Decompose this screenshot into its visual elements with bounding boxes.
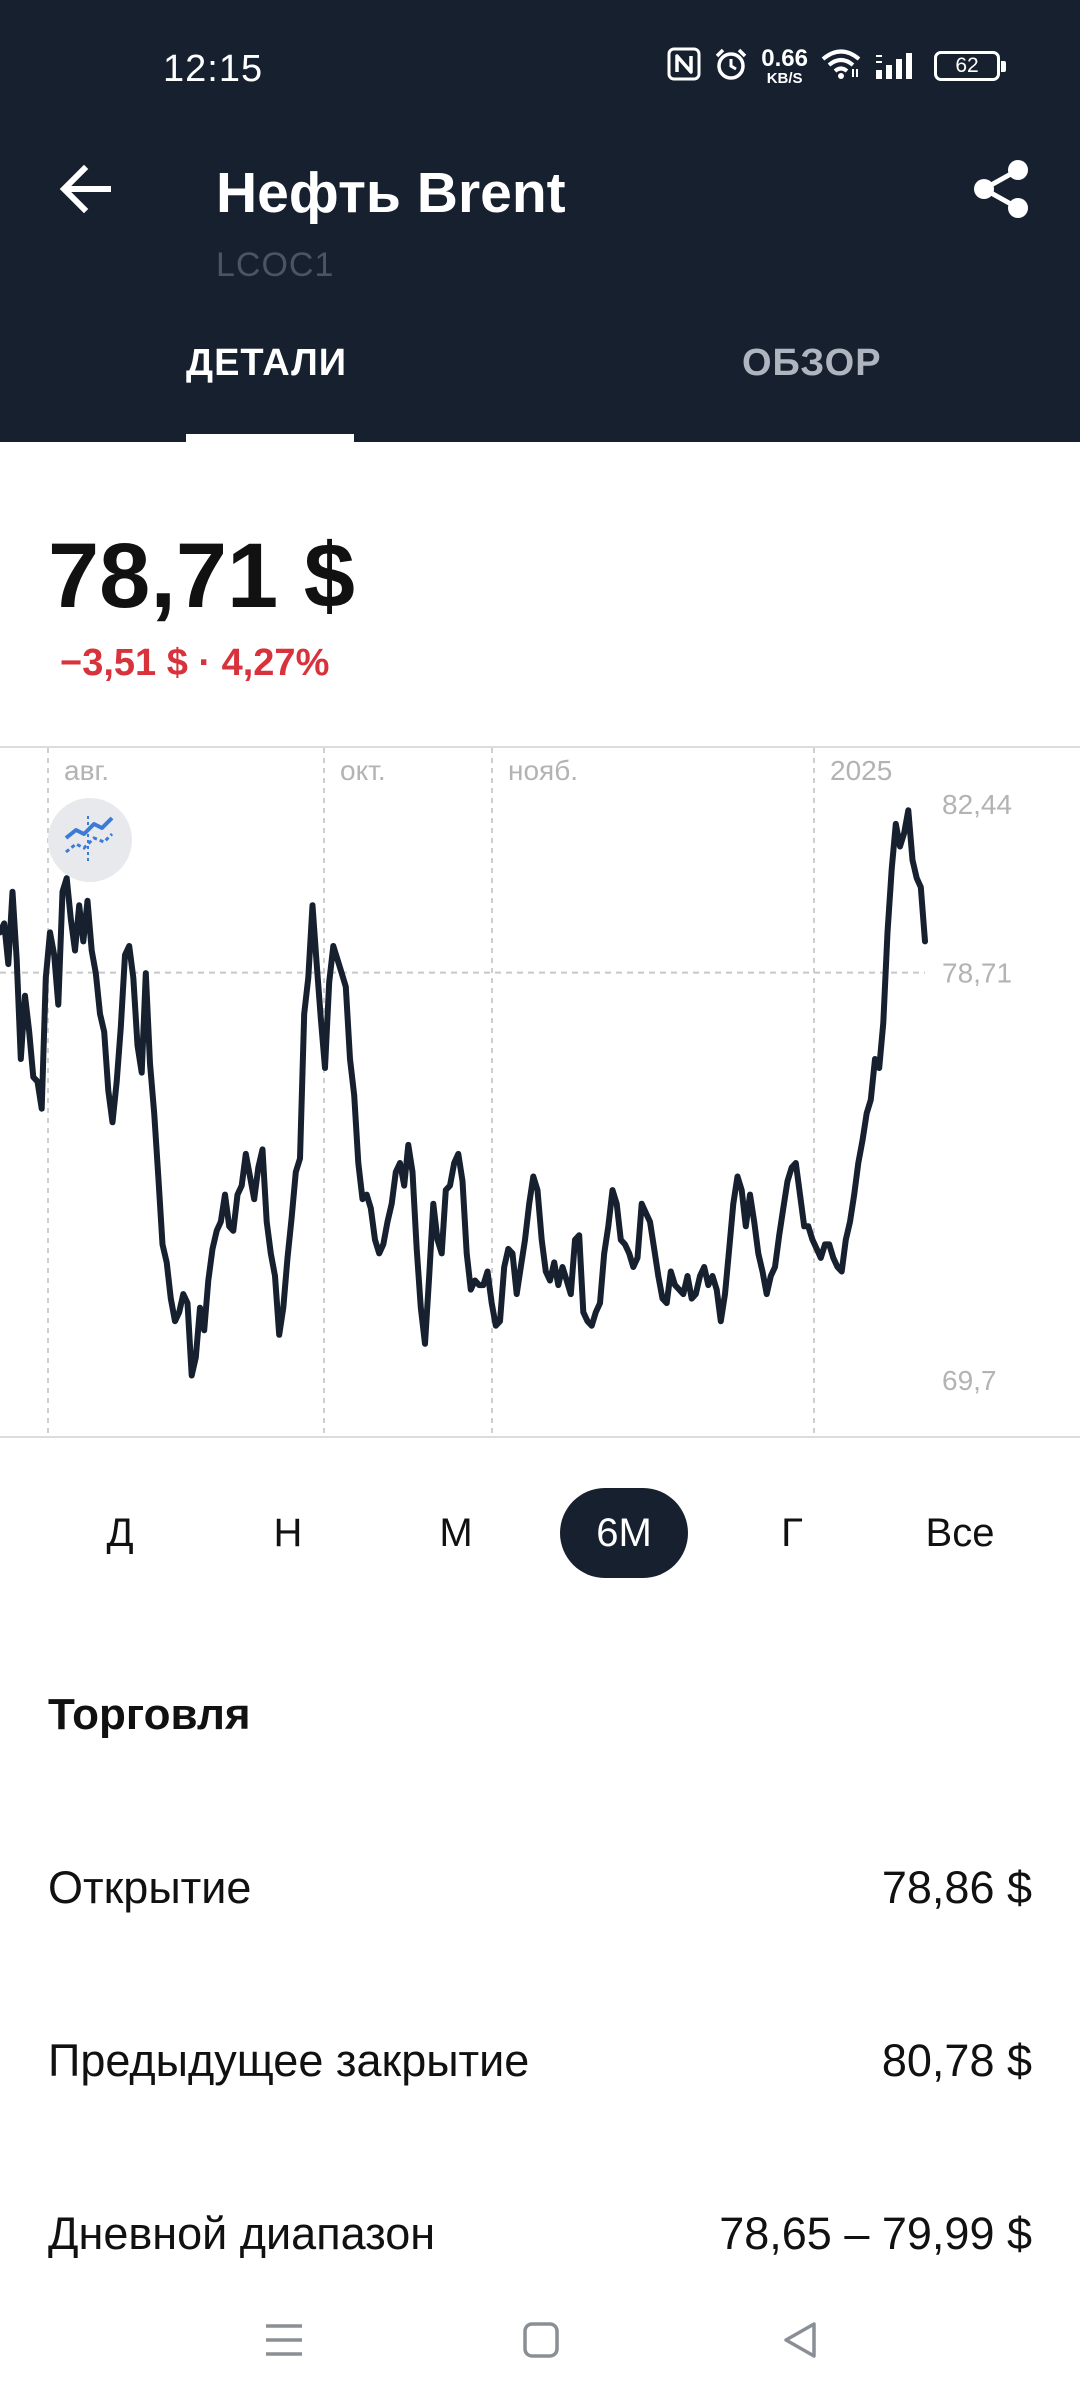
- trading-row-label: Предыдущее закрытие: [48, 2035, 530, 2086]
- trading-row-label: Дневной диапазон: [48, 2208, 436, 2259]
- page-title: Нефть Brent: [216, 161, 566, 225]
- network-speed-unit: KB/S: [766, 69, 803, 87]
- network-speed: 0.66 KB/S: [761, 44, 808, 87]
- system-navigation-bar: [0, 2280, 1080, 2400]
- trading-row-open: Открытие 78,86 $: [48, 1862, 1032, 1914]
- chart-type-toggle-button[interactable]: [48, 798, 132, 882]
- network-speed-value: 0.66: [761, 44, 808, 72]
- chart-y-tick-label: 82,44: [942, 789, 1012, 820]
- chart-x-labels: авг. окт. нояб. 2025: [64, 755, 892, 786]
- trading-section-title: Торговля: [48, 1690, 251, 1739]
- arrow-left-icon: [58, 164, 112, 219]
- share-button[interactable]: [966, 156, 1036, 226]
- trading-row-value: 78,65 – 79,99 $: [719, 2208, 1032, 2259]
- chart-x-tick-label: 2025: [830, 755, 892, 786]
- price-change: −3,51 $ · 4,27%: [60, 642, 330, 684]
- chart-x-tick-label: окт.: [340, 755, 386, 786]
- menu-icon: [262, 2320, 306, 2365]
- trading-row-label: Открытие: [48, 1862, 252, 1913]
- trading-row-value: 80,78 $: [881, 2035, 1032, 2086]
- status-bar: 12:15 0.66 KB/S 62: [0, 0, 1080, 130]
- system-back-button[interactable]: [760, 2302, 840, 2382]
- chart-x-tick-label: авг.: [64, 755, 109, 786]
- home-square-icon: [521, 2320, 561, 2365]
- tab-details[interactable]: ДЕТАЛИ: [186, 342, 347, 385]
- active-tab-indicator: [186, 434, 354, 442]
- time-range-selector: Д Н М 6М Г Все: [0, 1488, 1080, 1578]
- nfc-icon: [667, 47, 701, 86]
- home-button[interactable]: [501, 2302, 581, 2382]
- status-time: 12:15: [163, 48, 264, 90]
- chart-series-line: [0, 807, 928, 1379]
- wifi-icon: [820, 47, 862, 86]
- range-week[interactable]: Н: [224, 1488, 352, 1578]
- range-day[interactable]: Д: [56, 1488, 184, 1578]
- range-6-months[interactable]: 6М: [560, 1488, 688, 1578]
- app-header: 12:15 0.66 KB/S 62 Нефть Brent LCOC1 ДЕТ…: [0, 0, 1080, 442]
- chart-x-tick-label: нояб.: [508, 755, 578, 786]
- range-year[interactable]: Г: [728, 1488, 856, 1578]
- ticker-symbol: LCOC1: [216, 246, 335, 284]
- chart-y-tick-label: 69,7: [942, 1365, 997, 1396]
- trading-row-value: 78,86 $: [881, 1862, 1032, 1913]
- chart-analysis-icon: [62, 812, 118, 868]
- back-triangle-icon: [780, 2320, 820, 2365]
- tab-overview[interactable]: ОБЗОР: [742, 342, 882, 385]
- share-icon: [970, 158, 1032, 225]
- trading-row-day-range: Дневной диапазон 78,65 – 79,99 $: [48, 2208, 1032, 2260]
- alarm-icon: [713, 46, 749, 87]
- signal-icon: [874, 48, 922, 85]
- chart-grid: [47, 748, 815, 1436]
- chart-y-tick-label: 78,71: [942, 958, 1012, 989]
- battery-icon: 62: [934, 51, 1006, 81]
- recent-apps-button[interactable]: [244, 2302, 324, 2382]
- range-month[interactable]: М: [392, 1488, 520, 1578]
- chart-y-labels: 82,44 78,71 69,7: [942, 789, 1012, 1396]
- price-chart-svg: авг. окт. нояб. 2025 82,44 78,71 69,7: [0, 748, 1012, 1436]
- range-all[interactable]: Все: [896, 1488, 1024, 1578]
- price-chart[interactable]: авг. окт. нояб. 2025 82,44 78,71 69,7: [0, 746, 1080, 1438]
- current-price: 78,71 $: [48, 525, 355, 627]
- status-icons: 0.66 KB/S 62: [667, 44, 1006, 88]
- trading-row-previous-close: Предыдущее закрытие 80,78 $: [48, 2035, 1032, 2087]
- back-button[interactable]: [52, 158, 118, 224]
